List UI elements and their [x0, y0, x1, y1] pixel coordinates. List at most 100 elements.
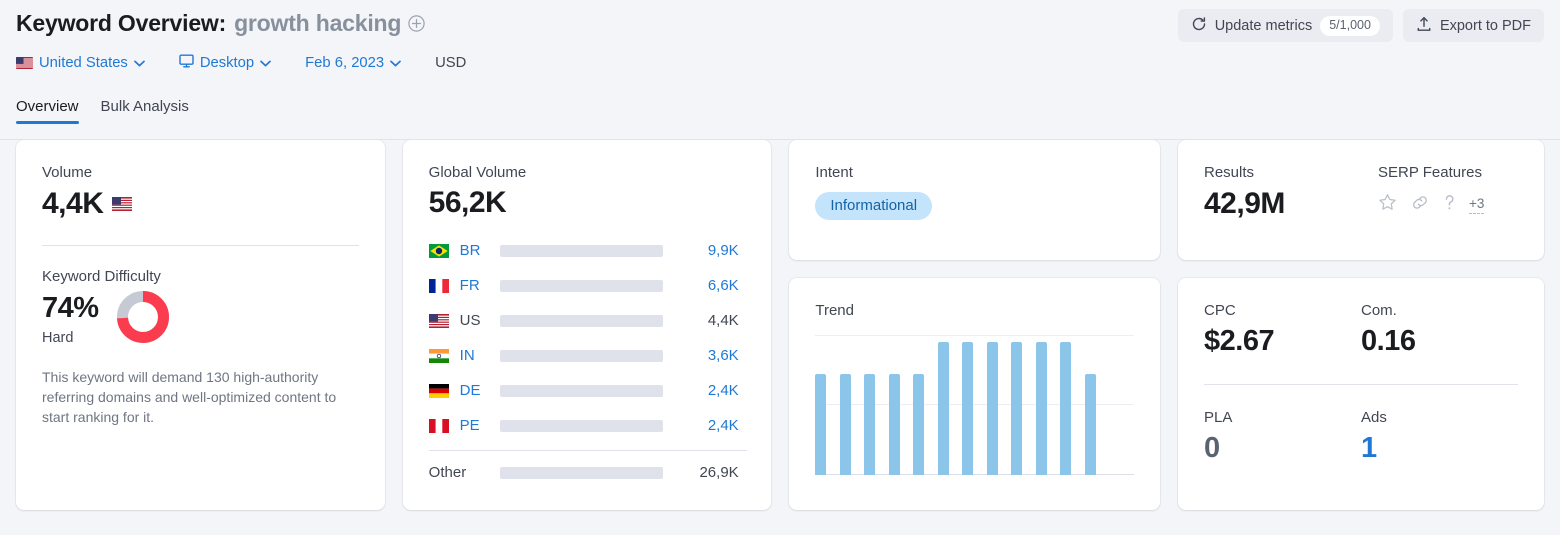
table-row[interactable]: BR 9,9K: [428, 233, 748, 268]
keyword-difficulty-text: 74% Hard: [42, 291, 99, 346]
global-volume-card: Global Volume 56,2K BR 9,9K FR 6,6K US 4…: [402, 140, 772, 510]
intent-label: Intent: [815, 164, 853, 181]
volume-label: Volume: [42, 164, 93, 181]
page-header: Keyword Overview: growth hacking Update …: [0, 0, 1560, 140]
table-row[interactable]: US 4,4K: [428, 303, 748, 338]
results-block: Results 42,9M: [1204, 164, 1378, 234]
com-block: Com. 0.16: [1361, 302, 1518, 358]
dashboard-grid: Volume 4,4K Keyword Difficulty 74% Hard: [0, 140, 1560, 510]
country-volume-value: 4,4K: [707, 312, 739, 329]
update-metrics-button[interactable]: Update metrics 5/1,000: [1177, 9, 1393, 42]
volume-bar-track: [499, 419, 663, 432]
results-label: Results: [1204, 164, 1255, 181]
chevron-down-icon: [260, 55, 271, 71]
keyword-difficulty-row: 74% Hard: [42, 289, 359, 350]
date-filter-label: Feb 6, 2023: [305, 55, 385, 71]
other-volume-value: 26,9K: [699, 464, 739, 481]
trend-bar[interactable]: [864, 373, 876, 475]
trend-bar[interactable]: [962, 341, 974, 475]
cpc-card-divider: [1204, 384, 1518, 385]
table-row-other: Other 26,9K: [429, 455, 748, 490]
keyword-difficulty-label: Keyword Difficulty: [42, 268, 161, 285]
country-filter-label: United States: [39, 55, 128, 71]
volume-bar-track: [499, 384, 663, 397]
trend-bar[interactable]: [839, 373, 851, 475]
currency-label: USD: [435, 55, 466, 71]
header-divider: [0, 139, 1560, 140]
intent-badge[interactable]: Informational: [815, 192, 933, 220]
trend-label: Trend: [815, 302, 854, 319]
serp-features-block: SERP Features +3: [1378, 164, 1485, 234]
tab-overview[interactable]: Overview: [16, 98, 79, 124]
pe-flag-icon: [428, 418, 449, 433]
trend-bar[interactable]: [815, 373, 827, 475]
reviews-star-icon[interactable]: [1378, 193, 1397, 217]
trend-chart: [815, 335, 1134, 475]
update-metrics-count: 5/1,000: [1320, 15, 1380, 36]
chevron-down-icon: [390, 55, 401, 71]
country-volume-value: 2,4K: [707, 382, 739, 399]
pla-block: PLA 0: [1204, 409, 1361, 465]
sitelinks-link-icon[interactable]: [1410, 193, 1430, 217]
trend-bar[interactable]: [937, 341, 949, 475]
plus-circle-icon[interactable]: [408, 15, 425, 32]
trend-bar[interactable]: [1060, 341, 1072, 475]
country-code: BR: [459, 242, 481, 259]
refresh-icon: [1191, 16, 1207, 36]
com-value: 0.16: [1361, 325, 1416, 357]
global-volume-divider: [428, 450, 748, 451]
results-value: 42,9M: [1204, 187, 1285, 220]
ads-value[interactable]: 1: [1361, 432, 1518, 465]
volume-card-divider: [42, 245, 359, 246]
table-row[interactable]: IN 3,6K: [428, 338, 748, 373]
volume-value: 4,4K: [42, 187, 104, 220]
trend-bar[interactable]: [1011, 341, 1023, 475]
country-code: IN: [459, 347, 475, 364]
export-to-pdf-label: Export to PDF: [1439, 17, 1531, 34]
filter-bar: United States Desktop Feb 6, 2023 USD: [16, 51, 1544, 75]
serp-features-label: SERP Features: [1378, 164, 1482, 181]
volume-bar-track: [499, 314, 663, 327]
faq-question-icon[interactable]: [1443, 193, 1456, 217]
us-flag-icon: [112, 197, 133, 211]
trend-bar[interactable]: [1035, 341, 1047, 475]
other-label: Other: [428, 464, 467, 481]
country-code: PE: [459, 417, 480, 434]
country-volume-value: 9,9K: [707, 242, 739, 259]
de-flag-icon: [428, 383, 449, 398]
table-row[interactable]: FR 6,6K: [428, 268, 748, 303]
table-row[interactable]: DE 2,4K: [428, 373, 748, 408]
global-volume-column: Global Volume 56,2K BR 9,9K FR 6,6K US 4…: [402, 140, 772, 510]
trend-bars: [815, 335, 1134, 475]
trend-bar[interactable]: [986, 341, 998, 475]
page-title-keyword: growth hacking: [234, 10, 402, 36]
intent-card: Intent Informational: [789, 140, 1160, 260]
trend-card: Trend: [789, 278, 1160, 510]
cpc-label: CPC: [1204, 302, 1236, 319]
date-filter[interactable]: Feb 6, 2023: [305, 55, 401, 71]
pla-value: 0: [1204, 432, 1220, 464]
device-filter[interactable]: Desktop: [179, 54, 271, 72]
trend-bar[interactable]: [1084, 373, 1096, 475]
chevron-down-icon: [133, 55, 145, 71]
com-label: Com.: [1361, 302, 1397, 319]
export-to-pdf-button[interactable]: Export to PDF: [1402, 9, 1544, 42]
table-row[interactable]: PE 2,4K: [428, 408, 748, 443]
serp-features-more[interactable]: +3: [1469, 196, 1485, 215]
volume-value-row: 4,4K: [42, 187, 359, 221]
country-filter[interactable]: United States: [16, 55, 145, 71]
trend-bar[interactable]: [888, 373, 900, 475]
page-title-prefix: Keyword Overview:: [16, 10, 227, 36]
update-metrics-label: Update metrics: [1214, 17, 1313, 34]
device-filter-label: Desktop: [199, 55, 255, 71]
cpc-block: CPC $2.67: [1204, 302, 1361, 358]
country-code: US: [459, 312, 481, 329]
tab-overview-label: Overview: [16, 98, 79, 115]
trend-bar[interactable]: [913, 373, 925, 475]
tab-bulk-analysis[interactable]: Bulk Analysis: [101, 98, 189, 124]
pla-ads-row: PLA 0 Ads 1: [1204, 409, 1518, 465]
pla-label: PLA: [1204, 409, 1233, 426]
ads-block: Ads 1: [1361, 409, 1518, 465]
keyword-difficulty-value: 74%: [42, 291, 99, 324]
currency-value: USD: [435, 55, 467, 71]
